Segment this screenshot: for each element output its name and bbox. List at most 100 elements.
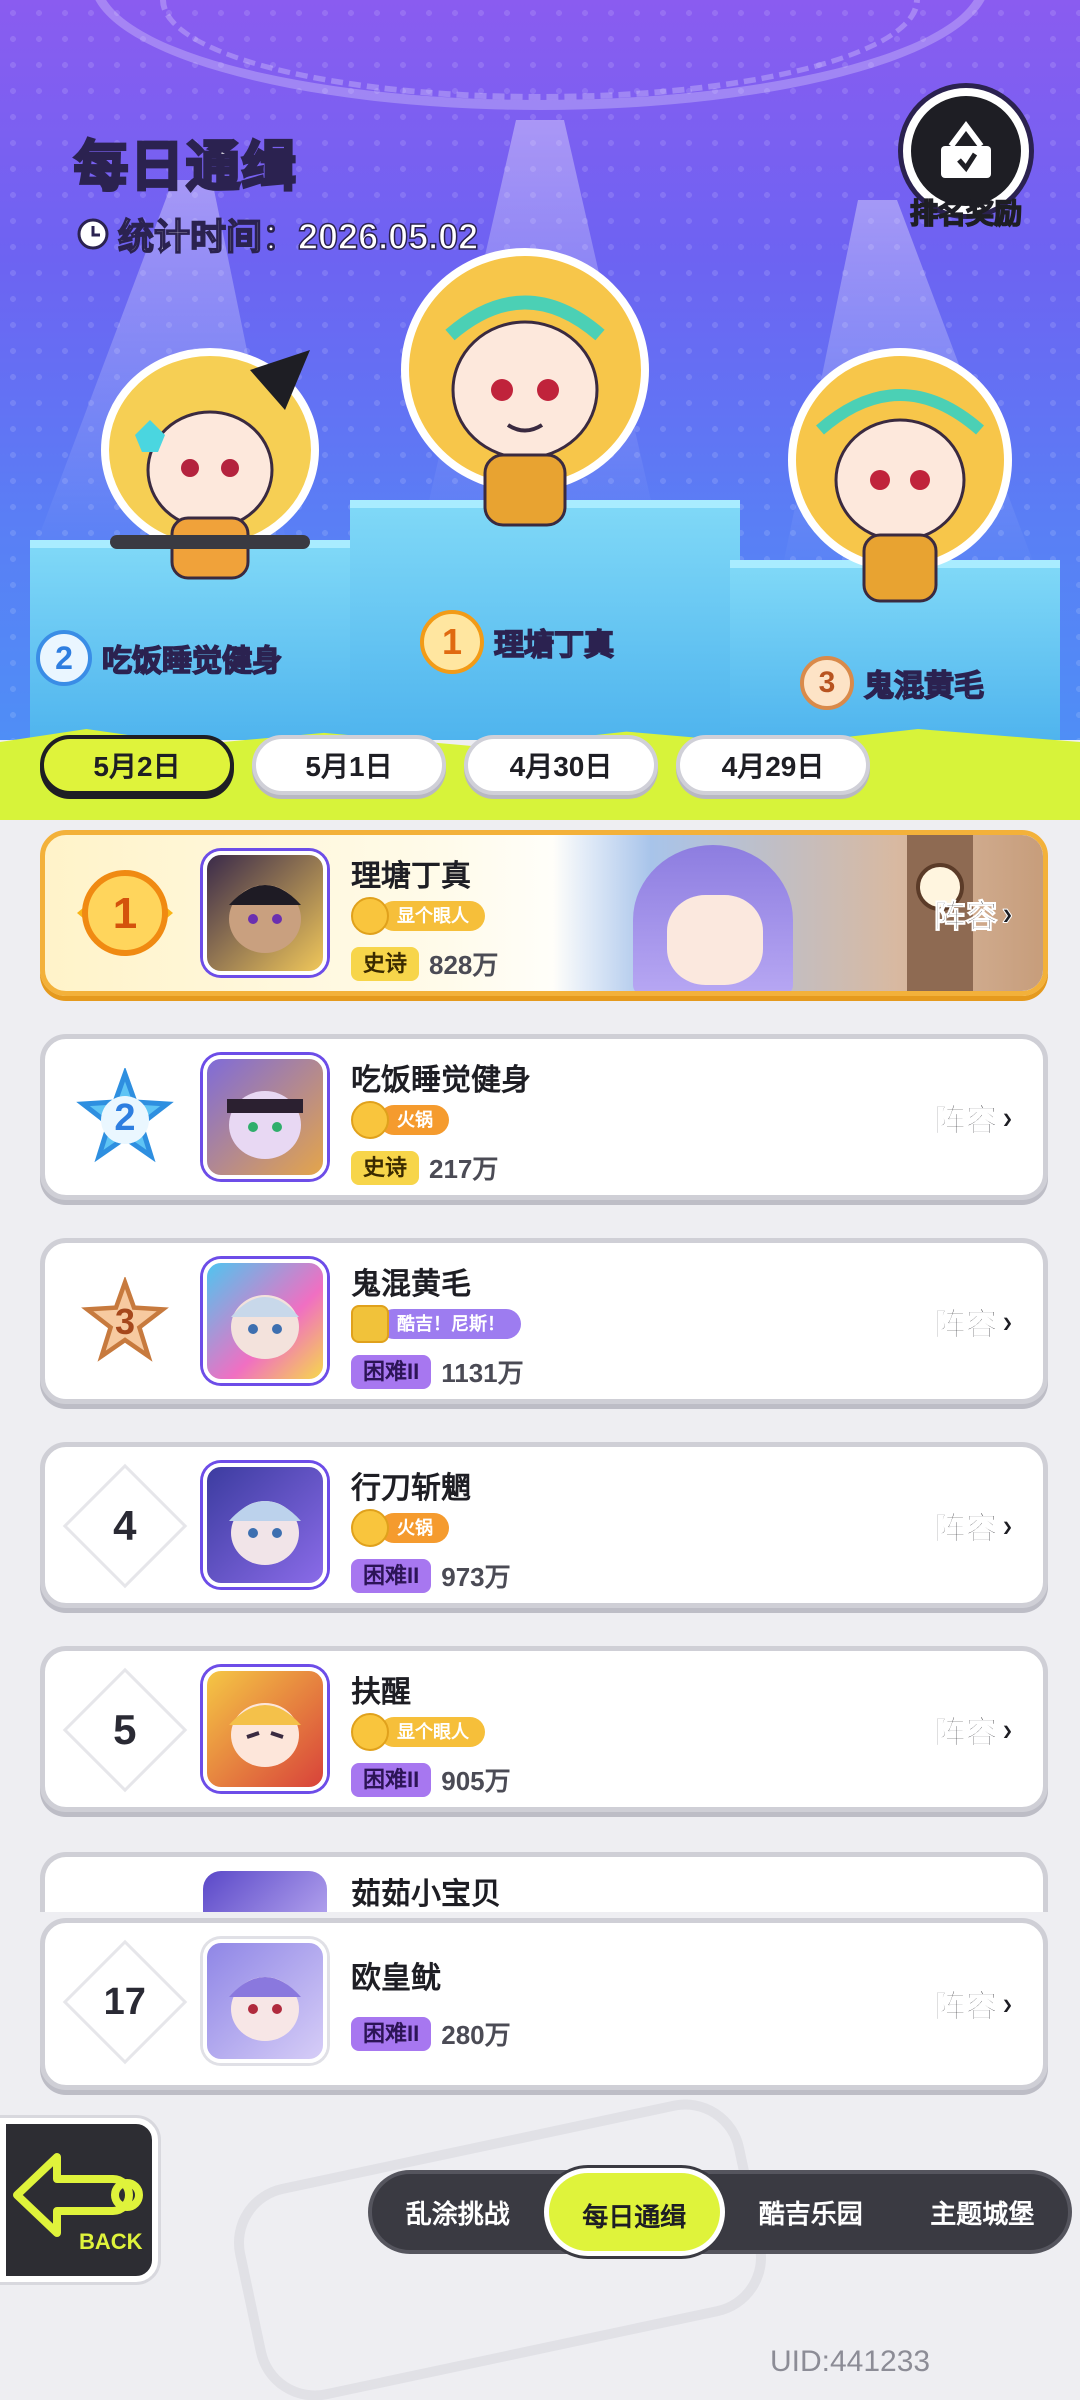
nav-doodle-challenge[interactable]: 乱涂挑战 xyxy=(372,2194,544,2231)
page-title: 每日通缉 xyxy=(73,136,298,199)
rank-1-badge: 1 xyxy=(67,861,183,967)
rank-row-2[interactable]: 2 吃饭睡觉健身 火锅 史诗 217万 阵容 › xyxy=(40,1034,1048,1200)
player-name: 行刀斩魍 xyxy=(351,1472,471,1505)
tab-may-2[interactable]: 5月2日 xyxy=(40,735,234,795)
chevron-right-icon: › xyxy=(1001,1098,1013,1137)
player-title-tag: 酷吉！尼斯！ xyxy=(351,1305,521,1343)
player-name: 茹茹小宝贝 xyxy=(351,1878,501,1911)
chevron-right-icon: › xyxy=(1001,1710,1013,1749)
player-name: 欧皇鱿 xyxy=(351,1962,441,1995)
my-rank-badge: 17 xyxy=(62,1939,188,2065)
arrow-left-icon: BACK xyxy=(13,2153,143,2254)
player-title-tag: 火锅 xyxy=(351,1509,449,1547)
rank-row-4[interactable]: 4 行刀斩魍 火锅 困难II 973万 阵容 › xyxy=(40,1442,1048,1608)
chick-icon xyxy=(351,897,389,935)
podium-first-name[interactable]: 1 理塘丁真 xyxy=(420,610,615,674)
trophy-icon xyxy=(351,1305,389,1343)
rank-row-1[interactable]: 1 理塘丁真 显个眼人 史诗 828万 阵容 › xyxy=(40,830,1048,996)
rank-number: 17 xyxy=(103,1980,147,2023)
lineup-button[interactable]: 阵容 › xyxy=(933,1299,1013,1345)
podium-second-name[interactable]: 2 吃饭睡觉健身 xyxy=(36,630,283,686)
score: 905万 xyxy=(441,1766,511,1796)
rank-row-partial[interactable]: 茹茹小宝贝 xyxy=(40,1852,1048,1912)
tier-score: 史诗 828万 xyxy=(351,945,498,982)
stat-time: 统计时间：2026.05.02 xyxy=(76,208,479,260)
tab-apr-30[interactable]: 4月30日 xyxy=(464,735,658,795)
player-title-tag: 显个眼人 xyxy=(351,1713,485,1751)
lineup-button[interactable]: 阵容 › xyxy=(933,891,1013,937)
avatar[interactable] xyxy=(203,1259,327,1383)
date-tabs: 5月2日 5月1日 4月30日 4月29日 xyxy=(40,735,870,795)
nav-theme-castle[interactable]: 主题城堡 xyxy=(897,2194,1069,2231)
nav-daily-wanted[interactable]: 每日通缉 xyxy=(543,2168,725,2256)
rank-number: 4 xyxy=(113,1501,137,1549)
score: 973万 xyxy=(441,1562,511,1592)
clock-icon xyxy=(77,218,109,250)
tier-score: 困难II 973万 xyxy=(351,1557,511,1594)
back-label: BACK xyxy=(79,2229,143,2254)
lineup-button[interactable]: 阵容 › xyxy=(933,1707,1013,1753)
rank-4-badge: 4 xyxy=(62,1463,188,1589)
chevron-right-icon: › xyxy=(1001,1506,1013,1545)
player-name: 鬼混黄毛 xyxy=(351,1268,471,1301)
avatar[interactable] xyxy=(203,1667,327,1791)
my-rank-row[interactable]: 17 欧皇鱿 困难II 280万 阵容 › xyxy=(40,1918,1048,2090)
second-place-character[interactable] xyxy=(80,340,340,600)
lineup-button[interactable]: 阵容 › xyxy=(933,1095,1013,1141)
avatar[interactable] xyxy=(203,1939,327,2063)
stat-time-text: 统计时间：2026.05.02 xyxy=(117,215,479,258)
rank-row-3[interactable]: 3 鬼混黄毛 酷吉！尼斯！ 困难II 1131万 阵容 › xyxy=(40,1238,1048,1404)
rank-reward-button[interactable]: 排名奖励 xyxy=(896,88,1036,232)
podium-third-name[interactable]: 3 鬼混黄毛 xyxy=(800,656,985,710)
rank-number: 3 xyxy=(114,1301,136,1342)
rank-number: 5 xyxy=(113,1705,137,1753)
podium-stage: 每日通缉 统计时间：2026.05.02 排名奖励 2 吃饭睡觉健身 1 理塘丁… xyxy=(0,0,1080,740)
tier-score: 困难II 905万 xyxy=(351,1761,511,1798)
chevron-right-icon: › xyxy=(1001,1984,1013,2023)
score: 217万 xyxy=(429,1154,499,1184)
third-place-character[interactable] xyxy=(780,340,1020,620)
podium-first-label: 理塘丁真 xyxy=(493,628,615,663)
tier-badge: 困难II xyxy=(351,1354,432,1389)
champion-character[interactable] xyxy=(390,240,660,540)
avatar xyxy=(203,1871,327,1912)
back-button[interactable]: BACK xyxy=(0,2118,158,2282)
podium-third-label: 鬼混黄毛 xyxy=(863,669,985,704)
tier-score: 史诗 217万 xyxy=(351,1149,498,1186)
rank-number: 2 xyxy=(114,1096,136,1139)
lineup-button[interactable]: 阵容 › xyxy=(933,1981,1013,2027)
chevron-right-icon: › xyxy=(1001,1302,1013,1341)
player-name: 理塘丁真 xyxy=(351,860,471,893)
chevron-right-icon: › xyxy=(1001,894,1013,933)
chick-icon xyxy=(351,1713,389,1751)
podium-second-label: 吃饭睡觉健身 xyxy=(101,644,283,679)
rank-reward-label: 排名奖励 xyxy=(909,197,1023,230)
tier-badge: 困难II xyxy=(351,1762,432,1797)
rank-number: 1 xyxy=(112,889,138,938)
rank-3-medal-icon: 3 xyxy=(800,656,854,710)
chick-icon xyxy=(351,1509,389,1547)
score: 280万 xyxy=(441,2020,511,2050)
avatar[interactable] xyxy=(203,851,327,975)
score: 1131万 xyxy=(441,1358,524,1388)
avatar[interactable] xyxy=(203,1055,327,1179)
rank-2-badge: 2 xyxy=(67,1065,183,1171)
chick-icon xyxy=(351,1101,389,1139)
nav-kuji-park[interactable]: 酷吉乐园 xyxy=(725,2194,897,2231)
lineup-button[interactable]: 阵容 › xyxy=(933,1503,1013,1549)
rank-row-5[interactable]: 5 扶醒 显个眼人 困难II 905万 阵容 › xyxy=(40,1646,1048,1812)
rank-1-medal-icon: 1 xyxy=(420,610,484,674)
score: 828万 xyxy=(429,950,499,980)
tier-badge: 困难II xyxy=(351,2016,432,2051)
rank-3-badge: 3 xyxy=(67,1269,183,1375)
tab-apr-29[interactable]: 4月29日 xyxy=(676,735,870,795)
tier-score: 困难II 280万 xyxy=(351,2015,511,2052)
uid-label: UID:441233 xyxy=(770,2345,931,2378)
tab-may-1[interactable]: 5月1日 xyxy=(252,735,446,795)
tier-score: 困难II 1131万 xyxy=(351,1353,524,1390)
tier-badge: 史诗 xyxy=(351,1150,420,1185)
avatar[interactable] xyxy=(203,1463,327,1587)
tier-badge: 史诗 xyxy=(351,946,420,981)
bottom-nav: 乱涂挑战 每日通缉 酷吉乐园 主题城堡 xyxy=(368,2168,1072,2256)
player-name: 扶醒 xyxy=(351,1676,411,1709)
